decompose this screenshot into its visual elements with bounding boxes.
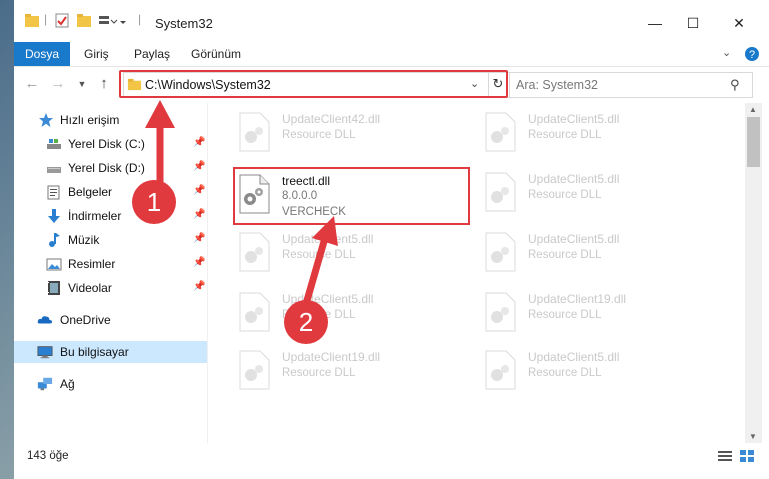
step-badge-2: 2 xyxy=(284,300,328,344)
arrow-2 xyxy=(302,216,338,305)
annotation-arrows xyxy=(145,100,338,305)
arrow-1 xyxy=(145,100,175,186)
step-badge-1: 1 xyxy=(132,180,176,224)
